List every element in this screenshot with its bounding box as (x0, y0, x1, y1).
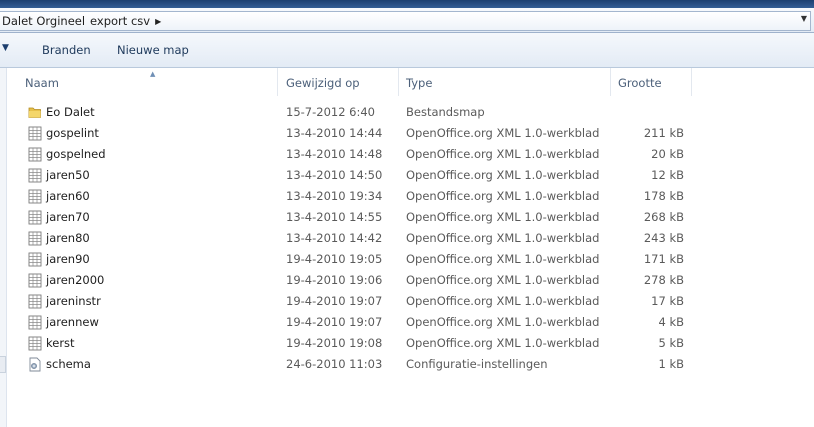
new-folder-button[interactable]: Nieuwe map (117, 42, 189, 58)
file-type: Configuratie-instellingen (406, 357, 548, 371)
folder-icon (28, 105, 42, 120)
breadcrumb-dalet-orgineel[interactable]: Dalet Orgineel (0, 14, 88, 28)
spreadsheet-icon (28, 336, 42, 351)
file-modified-date: 19-4-2010 19:07 (286, 294, 383, 308)
file-name: gospelint (46, 126, 99, 140)
file-name: jaren50 (46, 168, 90, 182)
file-size: 20 kB (651, 147, 684, 161)
file-modified-date: 19-4-2010 19:08 (286, 336, 383, 350)
file-name: jaren90 (46, 252, 90, 266)
file-row[interactable]: kerst 19-4-2010 19:08 OpenOffice.org XML 1… (0, 333, 814, 354)
file-type: Bestandsmap (406, 105, 485, 119)
file-type: OpenOffice.org XML 1.0-werkblad (406, 168, 600, 182)
file-row[interactable]: jaren80 13-4-2010 14:42 OpenOffice.org XML… (0, 228, 814, 249)
spreadsheet-icon (28, 210, 42, 225)
file-row[interactable]: jaren2000 19-4-2010 19:06 OpenOffice.org X… (0, 270, 814, 291)
file-type: OpenOffice.org XML 1.0-werkblad (406, 210, 600, 224)
file-row[interactable]: gospelint 13-4-2010 14:44 OpenOffice.org X… (0, 123, 814, 144)
file-name: jaren2000 (46, 273, 105, 287)
file-type: OpenOffice.org XML 1.0-werkblad (406, 231, 600, 245)
file-name: jaren60 (46, 189, 90, 203)
command-toolbar: ▼ Branden Nieuwe map (0, 33, 814, 68)
file-size: 178 kB (643, 189, 684, 203)
file-row[interactable]: jaren50 13-4-2010 14:50 OpenOffice.org XML… (0, 165, 814, 186)
file-name: jarennew (46, 315, 99, 329)
file-size: 5 kB (658, 336, 684, 350)
file-size: 12 kB (651, 168, 684, 182)
file-row[interactable]: jaren70 13-4-2010 14:55 OpenOffice.org XML… (0, 207, 814, 228)
spreadsheet-icon (28, 126, 42, 141)
file-size: 211 kB (643, 126, 684, 140)
file-size: 17 kB (651, 294, 684, 308)
file-type: OpenOffice.org XML 1.0-werkblad (406, 147, 600, 161)
file-size: 1 kB (658, 357, 684, 371)
window-title-strip (0, 0, 814, 8)
file-modified-date: 13-4-2010 14:55 (286, 210, 383, 224)
file-modified-date: 19-4-2010 19:07 (286, 315, 383, 329)
file-row[interactable]: jareninstr 19-4-2010 19:07 OpenOffice.org … (0, 291, 814, 312)
column-header-date[interactable]: Gewijzigd op (279, 68, 399, 96)
file-type: OpenOffice.org XML 1.0-werkblad (406, 273, 600, 287)
file-modified-date: 15-7-2012 6:40 (286, 105, 375, 119)
address-bar: Dalet Orgineel export csv ▶ ▼ (0, 8, 814, 33)
spreadsheet-icon (28, 168, 42, 183)
address-field[interactable]: Dalet Orgineel export csv ▶ ▼ (0, 11, 811, 31)
file-modified-date: 13-4-2010 19:34 (286, 189, 383, 203)
file-name: gospelned (46, 147, 106, 161)
file-size: 171 kB (643, 252, 684, 266)
file-type: OpenOffice.org XML 1.0-werkblad (406, 294, 600, 308)
file-type: OpenOffice.org XML 1.0-werkblad (406, 252, 600, 266)
organize-dropdown-icon[interactable]: ▼ (2, 43, 14, 57)
column-header-size[interactable]: Grootte (612, 68, 692, 96)
file-row[interactable]: jaren90 19-4-2010 19:05 OpenOffice.org XML… (0, 249, 814, 270)
file-type: OpenOffice.org XML 1.0-werkblad (406, 336, 600, 350)
file-name: jaren80 (46, 231, 90, 245)
file-size: 4 kB (658, 315, 684, 329)
file-modified-date: 13-4-2010 14:48 (286, 147, 383, 161)
file-name: jaren70 (46, 210, 90, 224)
spreadsheet-icon (28, 231, 42, 246)
file-size: 243 kB (643, 231, 684, 245)
spreadsheet-icon (28, 147, 42, 162)
file-name: schema (46, 357, 91, 371)
file-size: 268 kB (643, 210, 684, 224)
file-modified-date: 19-4-2010 19:06 (286, 273, 383, 287)
spreadsheet-icon (28, 252, 42, 267)
spreadsheet-icon (28, 189, 42, 204)
file-type: OpenOffice.org XML 1.0-werkblad (406, 315, 600, 329)
file-row[interactable]: Eo Dalet 15-7-2012 6:40 Bestandsmap (0, 102, 814, 123)
address-history-dropdown-icon[interactable]: ▼ (801, 14, 807, 23)
spreadsheet-icon (28, 273, 42, 288)
column-header-row: ▲ Naam Gewijzigd op Type Grootte (7, 68, 692, 96)
file-name: Eo Dalet (46, 105, 95, 119)
file-modified-date: 13-4-2010 14:42 (286, 231, 383, 245)
config-file-icon (28, 357, 42, 372)
file-row[interactable]: jaren60 13-4-2010 19:34 OpenOffice.org XML… (0, 186, 814, 207)
file-type: OpenOffice.org XML 1.0-werkblad (406, 126, 600, 140)
burn-button[interactable]: Branden (42, 42, 91, 58)
file-modified-date: 13-4-2010 14:44 (286, 126, 383, 140)
breadcrumb-export-csv[interactable]: export csv (88, 14, 153, 28)
column-header-type[interactable]: Type (400, 68, 611, 96)
column-header-name[interactable]: Naam (7, 68, 278, 96)
file-name: jareninstr (46, 294, 101, 308)
file-name: kerst (46, 336, 75, 350)
file-row[interactable]: schema 24-6-2010 11:03 Configuratie-instel… (0, 354, 814, 375)
breadcrumb-chevron-icon[interactable]: ▶ (153, 17, 165, 26)
file-size: 278 kB (643, 273, 684, 287)
file-row[interactable]: jarennew 19-4-2010 19:07 OpenOffice.org XM… (0, 312, 814, 333)
file-row[interactable]: gospelned 13-4-2010 14:48 OpenOffice.org X… (0, 144, 814, 165)
file-modified-date: 24-6-2010 11:03 (286, 357, 383, 371)
file-modified-date: 19-4-2010 19:05 (286, 252, 383, 266)
spreadsheet-icon (28, 294, 42, 309)
file-type: OpenOffice.org XML 1.0-werkblad (406, 189, 600, 203)
file-modified-date: 13-4-2010 14:50 (286, 168, 383, 182)
file-list: ▲ Naam Gewijzigd op Type Grootte Eo Dale… (0, 68, 814, 427)
spreadsheet-icon (28, 315, 42, 330)
